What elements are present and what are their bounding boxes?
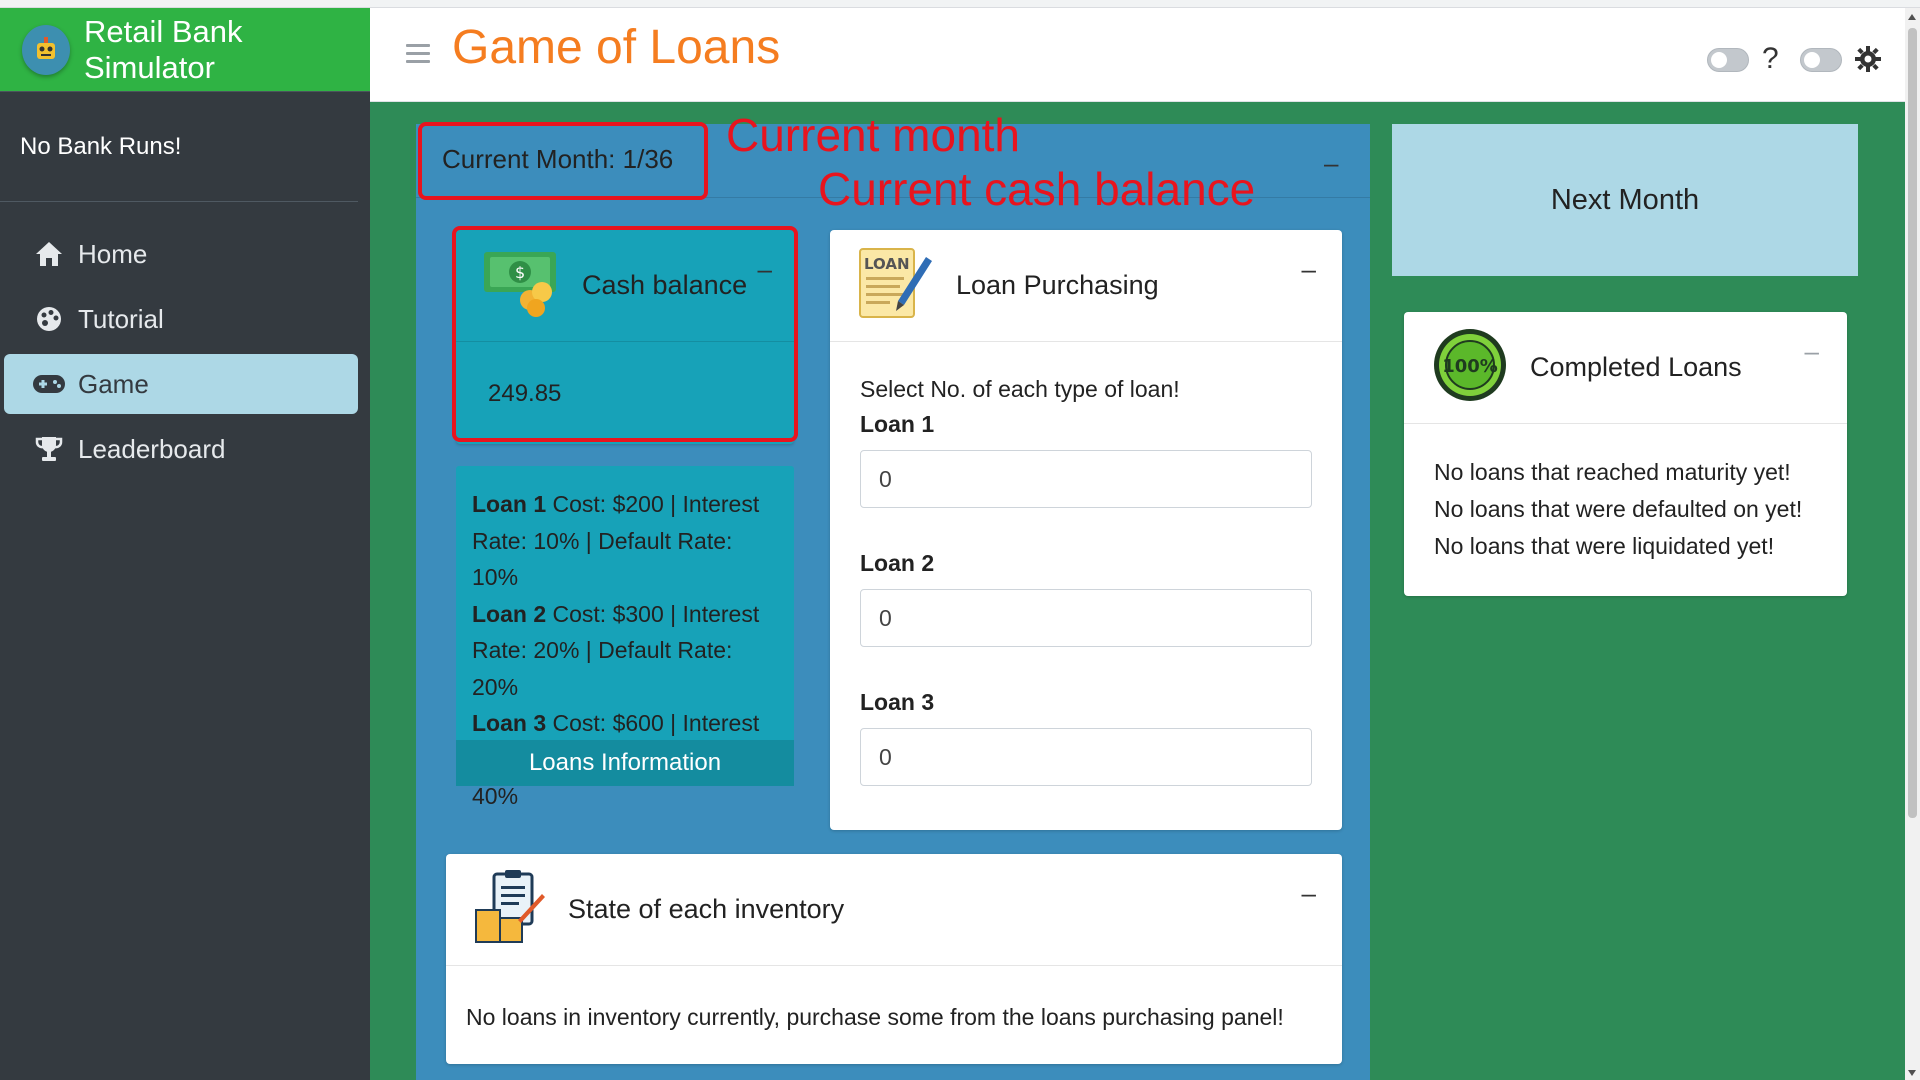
page-scrollbar[interactable]: [1905, 8, 1920, 1080]
inventory-card: State of each inventory – No loans in in…: [446, 854, 1342, 1064]
loan-name: Loan 1: [472, 491, 547, 517]
brand-logo-icon: [22, 24, 70, 75]
sidebar-item-label: Leaderboard: [78, 433, 226, 464]
completed-loans-collapse-button[interactable]: –: [1805, 338, 1819, 364]
help-icon[interactable]: ?: [1762, 42, 1779, 76]
next-month-button[interactable]: Next Month: [1392, 124, 1858, 276]
loan-purchasing-body: Select No. of each type of loan! Loan 1 …: [830, 342, 1342, 786]
menu-toggle-icon[interactable]: [406, 44, 430, 68]
browser-top-edge: [0, 0, 1920, 8]
inventory-collapse-button[interactable]: –: [1302, 880, 1316, 906]
brand-link[interactable]: Retail Bank Simulator: [0, 8, 370, 92]
completed-loans-card: 100% Completed Loans – No loans that rea…: [1404, 312, 1847, 596]
sidebar-item-label: Game: [78, 368, 149, 399]
sidebar: Retail Bank Simulator No Bank Runs! Home…: [0, 8, 370, 1080]
scrollbar-thumb[interactable]: [1908, 28, 1917, 818]
sidebar-item-game[interactable]: Game: [4, 354, 358, 414]
scroll-up-arrow-icon[interactable]: [1908, 14, 1916, 20]
sidebar-item-leaderboard[interactable]: Leaderboard: [4, 419, 358, 479]
user-status: No Bank Runs!: [0, 92, 358, 202]
cash-balance-highlight: [452, 226, 798, 442]
list-item: No loans that were liquidated yet!: [1434, 533, 1775, 559]
completion-badge-icon: 100%: [1432, 327, 1508, 408]
loans-information-footer[interactable]: Loans Information: [456, 740, 794, 786]
game-panel-collapse-button[interactable]: –: [1324, 150, 1338, 176]
theme-toggle[interactable]: [1800, 48, 1842, 72]
home-icon: [32, 239, 66, 269]
loan-name: Loan 3: [472, 710, 547, 736]
inventory-header: State of each inventory –: [446, 854, 1342, 966]
completion-badge-text: 100%: [1442, 356, 1498, 377]
list-item: No loans that were defaulted on yet!: [1434, 496, 1803, 522]
cash-balance-annotation: Current cash balance: [818, 163, 1256, 215]
inventory-message: No loans in inventory currently, purchas…: [466, 1004, 1284, 1030]
loan-2-input[interactable]: 0: [860, 589, 1312, 647]
current-month-annotation: Current month: [726, 109, 1021, 161]
inventory-title: State of each inventory: [568, 894, 845, 924]
gear-icon[interactable]: [1855, 46, 1881, 77]
sidebar-item-tutorial[interactable]: Tutorial: [4, 289, 358, 349]
scroll-down-arrow-icon[interactable]: [1908, 1070, 1916, 1076]
loan-purchasing-header: LOAN Loan Purchasing –: [830, 230, 1342, 342]
loan-3-input[interactable]: 0: [860, 728, 1312, 786]
loan-1-input[interactable]: 0: [860, 450, 1312, 508]
current-month-highlight: [418, 122, 708, 200]
loans-information-box: Loan 1 Cost: $200 | Interest Rate: 10% |…: [456, 466, 794, 809]
help-mode-toggle[interactable]: [1707, 48, 1749, 72]
page-title: Game of Loans: [452, 21, 781, 74]
trophy-icon: [32, 434, 66, 464]
loan-name: Loan 2: [472, 600, 547, 627]
sidebar-item-label: Tutorial: [78, 303, 164, 334]
loan-1-label: Loan 1: [860, 411, 935, 437]
completed-loans-header: 100% Completed Loans –: [1404, 312, 1847, 424]
loan-purchasing-title: Loan Purchasing: [956, 270, 1159, 300]
palette-icon: [32, 304, 66, 334]
app-title: Retail Bank Simulator: [83, 13, 243, 85]
loan-purchasing-card: LOAN Loan Purchasing – Select No. of eac…: [830, 230, 1342, 830]
top-header: Game of Loans ?: [370, 8, 1905, 102]
inventory-clipboard-icon: [474, 870, 546, 949]
sidebar-item-label: Home: [78, 238, 148, 269]
completed-loans-list: No loans that reached maturity yet! No l…: [1404, 424, 1847, 565]
svg-text:LOAN: LOAN: [864, 255, 910, 273]
loan-document-icon: LOAN: [858, 243, 934, 328]
gamepad-icon: [32, 369, 66, 399]
completed-loans-title: Completed Loans: [1530, 352, 1742, 382]
sidebar-nav: Home Tutorial Game Leaderboard: [0, 202, 370, 479]
sidebar-item-home[interactable]: Home: [4, 224, 358, 284]
list-item: No loans that reached maturity yet!: [1434, 459, 1791, 485]
loan-2-label: Loan 2: [860, 550, 935, 576]
loan-purchasing-collapse-button[interactable]: –: [1302, 256, 1316, 282]
loan-select-instruction: Select No. of each type of loan!: [860, 376, 1180, 402]
loan-3-label: Loan 3: [860, 689, 935, 715]
